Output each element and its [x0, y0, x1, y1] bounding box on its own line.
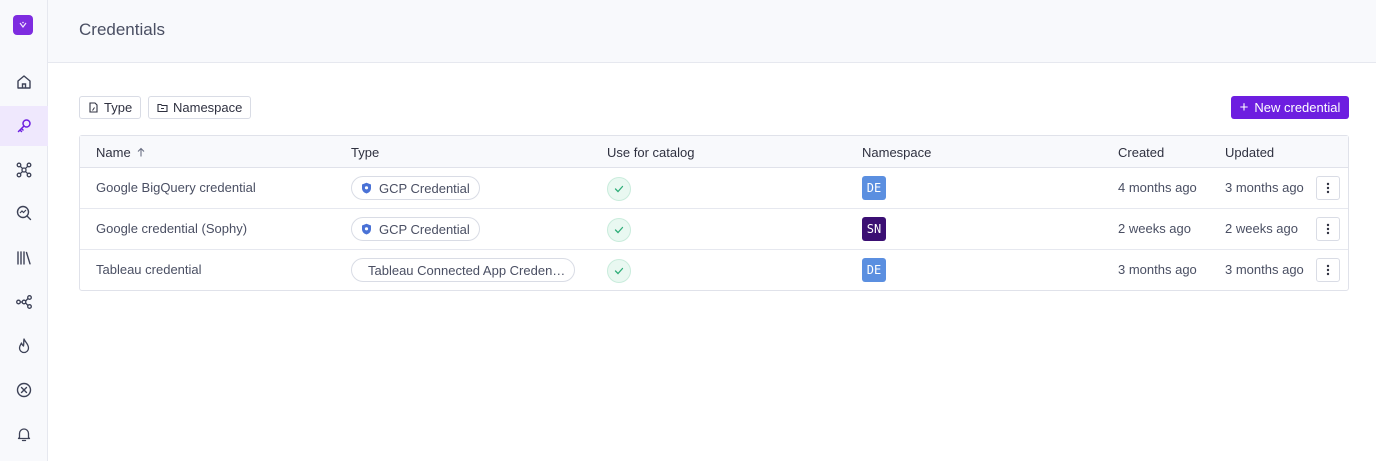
- key-icon: [17, 119, 31, 133]
- namespace-avatar: SN: [862, 217, 886, 241]
- nav-credentials[interactable]: [0, 106, 48, 146]
- top-bar: Credentials: [48, 0, 1376, 63]
- nav-close[interactable]: [0, 370, 48, 410]
- nav-home[interactable]: [0, 62, 48, 102]
- type-badge: GCP Credential: [351, 217, 480, 241]
- row-menu-button[interactable]: [1316, 258, 1340, 282]
- flame-icon: [18, 338, 30, 354]
- search-insight-icon: [16, 205, 32, 221]
- nav-graph[interactable]: [0, 150, 48, 190]
- updated-date: 3 months ago: [1225, 180, 1304, 195]
- lineage-icon: [16, 295, 32, 309]
- logo-mark-icon: [19, 21, 27, 28]
- namespace-filter-button[interactable]: Namespace: [148, 96, 252, 119]
- check-icon: [614, 267, 624, 275]
- column-catalog-header[interactable]: Use for catalog: [607, 145, 694, 160]
- type-filter-label: Type: [104, 100, 133, 115]
- catalog-check-badge: [607, 218, 631, 242]
- bell-icon: [17, 428, 31, 442]
- sidebar: [0, 0, 48, 461]
- updated-date: 2 weeks ago: [1225, 221, 1298, 236]
- type-badge: GCP Credential: [351, 176, 480, 200]
- created-date: 4 months ago: [1118, 180, 1197, 195]
- table-row[interactable]: Google credential (Sophy) GCP Credential…: [80, 209, 1348, 250]
- gcp-shield-icon: [362, 182, 371, 194]
- file-type-icon: [89, 102, 98, 113]
- nav-lineage[interactable]: [0, 282, 48, 322]
- type-label: GCP Credential: [379, 180, 470, 196]
- column-namespace-header[interactable]: Namespace: [862, 145, 931, 160]
- check-icon: [614, 185, 624, 193]
- table-row[interactable]: Google BigQuery credential GCP Credentia…: [80, 168, 1348, 209]
- namespace-filter-label: Namespace: [173, 100, 243, 115]
- close-circle-icon: [16, 382, 32, 398]
- more-vertical-icon: [1326, 182, 1330, 194]
- column-created-header[interactable]: Created: [1118, 145, 1164, 160]
- nav-flame[interactable]: [0, 326, 48, 366]
- more-vertical-icon: [1326, 223, 1330, 235]
- created-date: 2 weeks ago: [1118, 221, 1191, 236]
- nav-library[interactable]: [0, 238, 48, 278]
- table-row[interactable]: Tableau credential Tableau Connected App…: [80, 250, 1348, 291]
- catalog-check-badge: [607, 177, 631, 201]
- updated-date: 3 months ago: [1225, 262, 1304, 277]
- column-name-label: Name: [96, 145, 131, 160]
- sort-ascending-icon: [137, 147, 145, 157]
- credential-name[interactable]: Tableau credential: [96, 262, 202, 277]
- gcp-shield-icon: [362, 223, 371, 235]
- home-icon: [17, 75, 31, 89]
- row-menu-button[interactable]: [1316, 217, 1340, 241]
- column-type-header[interactable]: Type: [351, 145, 379, 160]
- check-icon: [614, 226, 624, 234]
- created-date: 3 months ago: [1118, 262, 1197, 277]
- graph-icon: [16, 162, 32, 178]
- new-credential-label: New credential: [1254, 100, 1341, 115]
- page-title: Credentials: [79, 20, 165, 39]
- credential-name[interactable]: Google credential (Sophy): [96, 221, 247, 236]
- type-label: Tableau Connected App Creden…: [368, 262, 566, 278]
- credentials-table: Name Type Use for catalog Namespace Crea…: [79, 135, 1349, 291]
- type-badge: Tableau Connected App Creden…: [351, 258, 575, 282]
- app-logo[interactable]: [13, 15, 33, 35]
- row-menu-button[interactable]: [1316, 176, 1340, 200]
- namespace-avatar: DE: [862, 176, 886, 200]
- more-vertical-icon: [1326, 264, 1330, 276]
- catalog-check-badge: [607, 259, 631, 283]
- folder-icon: [157, 103, 168, 113]
- table-header: Name Type Use for catalog Namespace Crea…: [80, 136, 1348, 168]
- namespace-avatar: DE: [862, 258, 886, 282]
- nav-insights[interactable]: [0, 193, 48, 233]
- nav-notifications[interactable]: [0, 414, 48, 454]
- type-filter-button[interactable]: Type: [79, 96, 142, 119]
- column-name-header[interactable]: Name: [96, 145, 146, 160]
- credential-name[interactable]: Google BigQuery credential: [96, 180, 256, 195]
- new-credential-button[interactable]: + New credential: [1231, 96, 1349, 119]
- type-label: GCP Credential: [379, 221, 470, 237]
- column-updated-header[interactable]: Updated: [1225, 145, 1274, 160]
- plus-icon: +: [1239, 99, 1249, 116]
- library-icon: [17, 251, 31, 265]
